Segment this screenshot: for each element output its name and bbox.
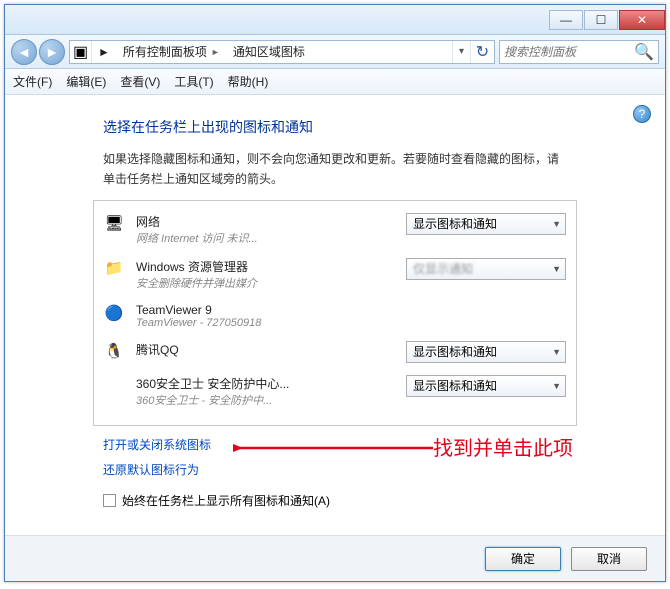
list-item: 🐧 腾讯QQ 显示图标和通知▼ (104, 335, 566, 369)
list-item: 🖥 网络 网络 Internet 访问 未识... 显示图标和通知▼ (104, 207, 566, 252)
behavior-dropdown[interactable]: 显示图标和通知▼ (406, 375, 566, 397)
behavior-dropdown[interactable]: 仅显示通知▼ (406, 258, 566, 280)
search-icon: 🔍 (634, 42, 654, 62)
footer: 确定 取消 (5, 535, 665, 581)
chevron-down-icon: ▼ (552, 381, 561, 391)
ok-button[interactable]: 确定 (485, 547, 561, 571)
search-box[interactable]: 🔍 (499, 40, 659, 64)
back-button[interactable]: ◄ (11, 39, 37, 65)
item-name: 网络 (136, 213, 386, 230)
titlebar: — ☐ ✕ (5, 5, 665, 35)
item-name: 360安全卫士 安全防护中心... (136, 375, 386, 392)
chevron-down-icon: ▼ (552, 347, 561, 357)
help-icon[interactable]: ? (633, 105, 651, 123)
network-icon: 🖥 (104, 213, 124, 233)
page-description: 如果选择隐藏图标和通知，则不会向您通知更改和更新。若要随时查看隐藏的图标，请单击… (103, 149, 567, 190)
chevron-down-icon: ▼ (552, 264, 561, 274)
list-item: 📁 Windows 资源管理器 安全删除硬件并弹出媒介 仅显示通知▼ (104, 252, 566, 297)
navbar: ◄ ► ▣ ► 所有控制面板项► 通知区域图标 ▾ ↻ 🔍 (5, 35, 665, 69)
qq-icon: 🐧 (104, 341, 124, 361)
behavior-dropdown[interactable]: 显示图标和通知▼ (406, 341, 566, 363)
list-item: 🔵 TeamViewer 9 TeamViewer - 727050918 (104, 297, 566, 335)
item-name: TeamViewer 9 (136, 303, 386, 317)
control-panel-window: — ☐ ✕ ◄ ► ▣ ► 所有控制面板项► 通知区域图标 ▾ ↻ 🔍 文件(F… (4, 4, 666, 582)
menubar: 文件(F) 编辑(E) 查看(V) 工具(T) 帮助(H) (5, 69, 665, 95)
menu-file[interactable]: 文件(F) (13, 73, 52, 90)
page-title: 选择在任务栏上出现的图标和通知 (103, 117, 637, 137)
system-icons-link[interactable]: 打开或关闭系统图标 (103, 436, 211, 453)
menu-edit[interactable]: 编辑(E) (66, 73, 106, 90)
checkbox-label: 始终在任务栏上显示所有图标和通知(A) (122, 492, 330, 509)
always-show-checkbox[interactable] (103, 494, 116, 507)
annotation-arrow (233, 440, 443, 458)
cancel-button[interactable]: 取消 (571, 547, 647, 571)
maximize-button[interactable]: ☐ (584, 10, 618, 30)
menu-view[interactable]: 查看(V) (120, 73, 160, 90)
item-subtitle: 安全删除硬件并弹出媒介 (136, 275, 386, 291)
explorer-icon: 📁 (104, 258, 124, 278)
chevron-down-icon: ▼ (552, 219, 561, 229)
item-name: 腾讯QQ (136, 341, 386, 358)
menu-help[interactable]: 帮助(H) (228, 73, 269, 90)
minimize-button[interactable]: — (549, 10, 583, 30)
refresh-button[interactable]: ↻ (470, 41, 494, 63)
annotation-text: 找到并单击此项 (433, 432, 573, 461)
breadcrumb-seg[interactable]: ► (92, 41, 117, 63)
menu-tools[interactable]: 工具(T) (174, 73, 213, 90)
search-input[interactable] (504, 45, 630, 59)
icon-list[interactable]: 🖥 网络 网络 Internet 访问 未识... 显示图标和通知▼ 📁 Win… (93, 200, 577, 426)
teamviewer-icon: 🔵 (104, 303, 124, 323)
list-item: 360安全卫士 安全防护中心... 360安全卫士 - 安全防护中... 显示图… (104, 369, 566, 414)
breadcrumb-notification-icons[interactable]: 通知区域图标 (227, 41, 312, 63)
breadcrumb-all-items[interactable]: 所有控制面板项► (117, 41, 227, 63)
restore-defaults-link[interactable]: 还原默认图标行为 (103, 461, 199, 478)
address-dropdown-icon[interactable]: ▾ (452, 41, 470, 63)
address-bar[interactable]: ▣ ► 所有控制面板项► 通知区域图标 ▾ ↻ (69, 40, 495, 64)
content-area: ? 选择在任务栏上出现的图标和通知 如果选择隐藏图标和通知，则不会向您通知更改和… (5, 95, 665, 535)
item-name: Windows 资源管理器 (136, 258, 386, 275)
item-subtitle: 360安全卫士 - 安全防护中... (136, 392, 386, 408)
control-panel-icon: ▣ (70, 41, 92, 63)
item-subtitle: TeamViewer - 727050918 (136, 317, 386, 329)
360-icon (104, 375, 124, 395)
close-button[interactable]: ✕ (619, 10, 665, 30)
behavior-dropdown[interactable]: 显示图标和通知▼ (406, 213, 566, 235)
forward-button[interactable]: ► (39, 39, 65, 65)
item-subtitle: 网络 Internet 访问 未识... (136, 230, 386, 246)
